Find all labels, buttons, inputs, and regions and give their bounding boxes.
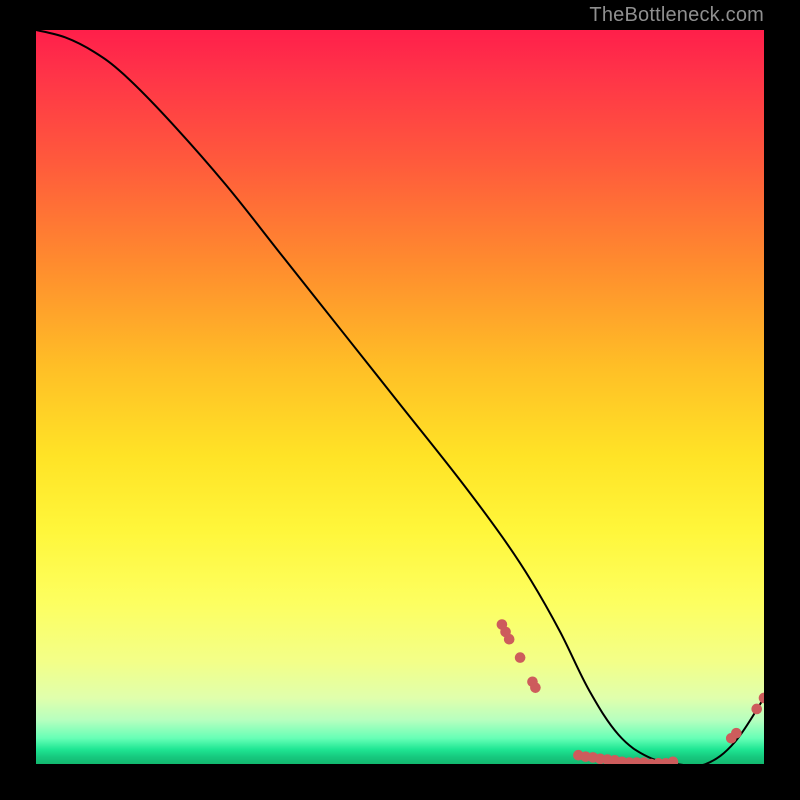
scatter-point: [751, 704, 762, 715]
scatter-point: [515, 652, 526, 663]
chart-svg: [36, 30, 764, 764]
scatter-point: [731, 728, 742, 739]
chart-stage: TheBottleneck.com: [0, 0, 800, 800]
watermark-text: TheBottleneck.com: [589, 4, 764, 27]
scatter-point: [668, 756, 679, 764]
scatter-point: [759, 693, 764, 704]
plot-area: [36, 30, 764, 764]
scatter-point: [504, 634, 515, 645]
bottleneck-curve: [36, 30, 764, 764]
scatter-point: [530, 682, 541, 693]
